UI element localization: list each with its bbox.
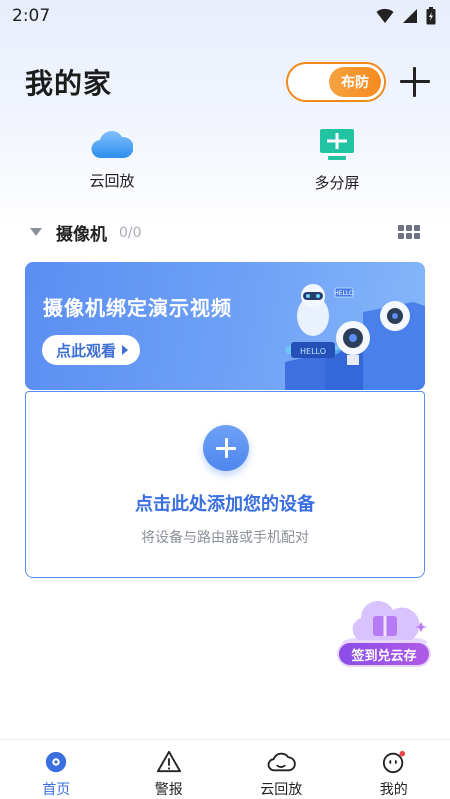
profile-icon xyxy=(382,750,405,774)
page-title: 我的家 xyxy=(25,67,113,100)
add-device-title: 点击此处添加您的设备 xyxy=(135,494,315,515)
cloud-playback-label: 云回放 xyxy=(89,172,135,190)
battery-icon xyxy=(426,7,436,25)
tab-cloud-playback[interactable]: 云回放 xyxy=(225,740,338,799)
robot-hello-sign: HELLO xyxy=(300,347,326,356)
tab-cloud-label: 云回放 xyxy=(260,782,303,798)
tab-home[interactable]: 首页 xyxy=(0,740,113,799)
signin-promo-label: 签到兑云存 xyxy=(337,641,431,667)
tab-home-label: 首页 xyxy=(42,782,71,798)
tab-alarm-label: 警报 xyxy=(154,782,183,798)
home-icon xyxy=(46,751,67,773)
bottom-tab-bar: 首页 警报 云回放 我的 xyxy=(0,739,450,799)
play-icon xyxy=(122,345,129,355)
grid-view-icon[interactable] xyxy=(398,225,420,239)
banner-title: 摄像机绑定演示视频 xyxy=(43,296,232,320)
signin-cloud-promo[interactable]: 签到兑云存 xyxy=(335,596,435,672)
watch-button[interactable]: 点此观看 xyxy=(42,335,141,365)
tab-profile[interactable]: 我的 xyxy=(338,740,450,799)
section-title: 摄像机 xyxy=(56,224,107,245)
cloud-playback-button[interactable]: 云回放 xyxy=(42,128,182,191)
add-device-subtitle: 将设备与路由器或手机配对 xyxy=(141,530,309,546)
watch-button-label: 点此观看 xyxy=(56,341,117,360)
status-time: 2:07 xyxy=(12,6,51,26)
camera-section-header[interactable]: 摄像机 0/0 xyxy=(30,218,420,246)
arm-toggle[interactable]: 布防 xyxy=(286,62,386,102)
collapse-arrow-icon[interactable] xyxy=(30,228,42,236)
device-count: 0/0 xyxy=(119,225,142,241)
multi-screen-icon xyxy=(320,129,354,160)
add-device-card[interactable]: 点击此处添加您的设备 将设备与路由器或手机配对 xyxy=(25,391,425,578)
arm-toggle-label: 布防 xyxy=(329,67,381,97)
tab-alarm[interactable]: 警报 xyxy=(113,740,226,799)
robot-hello-badge: HELLO xyxy=(334,290,354,297)
tab-profile-label: 我的 xyxy=(379,782,408,798)
warning-icon xyxy=(156,750,181,773)
header: 我的家 布防 xyxy=(0,58,450,106)
multi-screen-button[interactable]: 多分屏 xyxy=(267,128,407,193)
add-icon[interactable] xyxy=(400,67,430,97)
add-device-icon[interactable] xyxy=(203,425,249,471)
cloud-outline-icon xyxy=(267,752,297,772)
status-bar: 2:07 xyxy=(0,0,450,32)
wifi-icon xyxy=(376,8,394,23)
robot-camera-illustration: HELLO HELLO xyxy=(285,284,425,390)
signal-icon xyxy=(403,9,417,23)
tutorial-banner[interactable]: 摄像机绑定演示视频 点此观看 HELLO HELLO xyxy=(25,262,425,390)
multi-screen-label: 多分屏 xyxy=(314,174,360,192)
cloud-icon xyxy=(91,131,134,159)
